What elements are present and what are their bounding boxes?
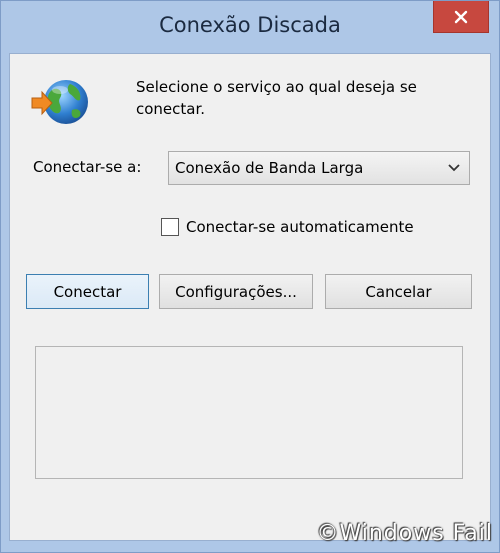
close-icon: [454, 10, 468, 23]
instruction-text: Selecione o serviço ao qual deseja se co…: [136, 78, 417, 118]
connect-button[interactable]: Conectar: [26, 274, 149, 309]
connect-to-label: Conectar-se a:: [33, 158, 142, 176]
window-title: Conexão Discada: [159, 13, 341, 37]
connection-select-value: Conexão de Banda Larga: [175, 159, 364, 177]
close-button[interactable]: [433, 1, 489, 33]
watermark: ©Windows Fail: [316, 521, 493, 546]
auto-connect-label[interactable]: Conectar-se automaticamente: [186, 218, 414, 236]
status-panel: [35, 346, 463, 479]
dialog-window: Conexão Discada Selecione o serviço ao q…: [0, 0, 500, 553]
title-bar[interactable]: Conexão Discada: [1, 1, 499, 51]
cancel-button[interactable]: Cancelar: [325, 274, 472, 309]
connection-select[interactable]: Conexão de Banda Larga: [168, 151, 470, 185]
auto-connect-checkbox[interactable]: [161, 218, 179, 236]
dialog-body: Selecione o serviço ao qual deseja se co…: [9, 53, 491, 541]
auto-connect-row[interactable]: Conectar-se automaticamente: [161, 216, 414, 238]
network-globe-icon: [31, 80, 88, 124]
settings-button[interactable]: Configurações...: [159, 274, 313, 309]
chevron-down-icon: [448, 164, 460, 172]
